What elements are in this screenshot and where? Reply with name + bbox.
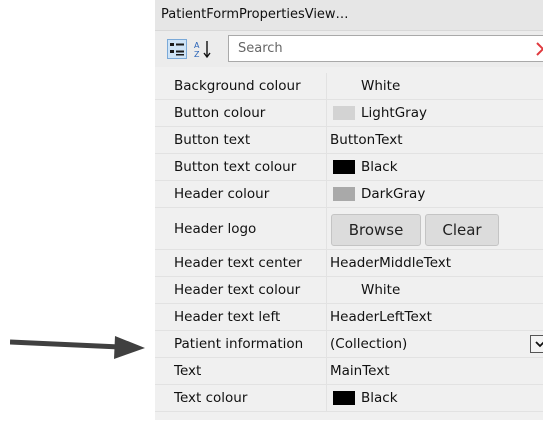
property-name: Header text left — [174, 309, 281, 325]
arrow-right-icon — [10, 336, 145, 359]
property-value[interactable]: MainText — [330, 358, 390, 384]
property-name: Text colour — [174, 390, 248, 406]
svg-text:A: A — [194, 41, 200, 50]
column-divider — [326, 100, 327, 126]
alphabetical-sort-icon[interactable]: A Z — [193, 39, 213, 59]
color-swatch — [333, 391, 355, 405]
column-divider — [326, 154, 327, 180]
column-divider — [326, 304, 327, 330]
property-row-header-logo[interactable]: Header logo Browse Clear — [155, 208, 543, 250]
chevron-down-icon — [535, 341, 543, 348]
property-value[interactable]: White — [361, 277, 400, 303]
column-divider — [326, 331, 327, 357]
property-row-button-colour[interactable]: Button colour LightGray — [155, 100, 543, 127]
property-row-text-colour[interactable]: Text colour Black — [155, 385, 543, 412]
color-swatch — [333, 283, 355, 297]
property-name: Button colour — [174, 105, 266, 121]
color-swatch — [333, 160, 355, 174]
color-swatch — [333, 79, 355, 93]
color-swatch — [333, 106, 355, 120]
window-title: PatientFormPropertiesView… — [161, 7, 349, 22]
column-divider — [326, 181, 327, 207]
property-value[interactable]: HeaderMiddleText — [330, 250, 451, 276]
svg-text:Z: Z — [194, 50, 200, 59]
property-name: Button text — [174, 132, 251, 148]
property-row-background-colour[interactable]: Background colour White — [155, 73, 543, 100]
property-value[interactable]: Black — [361, 385, 398, 411]
column-divider — [326, 208, 327, 249]
property-value[interactable]: LightGray — [361, 100, 427, 126]
property-row-header-text-colour[interactable]: Header text colour White — [155, 277, 543, 304]
property-row-header-text-left[interactable]: Header text left HeaderLeftText — [155, 304, 543, 331]
categorized-sort-icon[interactable] — [167, 39, 187, 59]
property-name: Header logo — [174, 220, 257, 237]
screenshot-stage: PatientFormPropertiesView… A Z Search Ba… — [0, 0, 543, 438]
property-name: Button text colour — [174, 159, 297, 175]
column-divider — [326, 385, 327, 411]
collection-dropdown-button[interactable] — [530, 335, 543, 353]
property-name: Header text center — [174, 255, 302, 271]
property-value[interactable]: White — [361, 73, 400, 99]
column-divider — [326, 127, 327, 153]
property-name: Patient information — [174, 336, 304, 352]
color-swatch — [333, 187, 355, 201]
column-divider — [326, 358, 327, 384]
title-bar: PatientFormPropertiesView… — [155, 0, 543, 31]
browse-button[interactable]: Browse — [331, 214, 421, 246]
property-name: Header colour — [174, 186, 270, 202]
search-input[interactable] — [229, 36, 529, 61]
search-box — [228, 35, 543, 62]
property-row-header-text-center[interactable]: Header text center HeaderMiddleText — [155, 250, 543, 277]
property-row-button-text[interactable]: Button text ButtonText — [155, 127, 543, 154]
property-value[interactable]: Black — [361, 154, 398, 180]
property-grid: Background colour White Button colour Li… — [155, 73, 543, 412]
column-divider — [326, 73, 327, 99]
property-grid-panel: PatientFormPropertiesView… A Z Search Ba… — [155, 0, 543, 420]
clear-button[interactable]: Clear — [425, 214, 499, 246]
property-value[interactable]: (Collection) — [330, 331, 407, 357]
clear-x-icon[interactable] — [535, 41, 543, 57]
property-row-button-text-colour[interactable]: Button text colour Black — [155, 154, 543, 181]
property-value[interactable]: DarkGray — [361, 181, 425, 207]
property-name: Background colour — [174, 78, 301, 94]
property-value[interactable]: HeaderLeftText — [330, 304, 432, 330]
property-value[interactable]: ButtonText — [330, 127, 403, 153]
column-divider — [326, 250, 327, 276]
property-toolbar: A Z — [155, 31, 543, 67]
property-row-header-colour[interactable]: Header colour DarkGray — [155, 181, 543, 208]
property-name: Header text colour — [174, 282, 301, 298]
property-row-text[interactable]: Text MainText — [155, 358, 543, 385]
property-row-patient-information[interactable]: Patient information (Collection) — [155, 331, 543, 358]
property-name: Text — [174, 363, 202, 379]
column-divider — [326, 277, 327, 303]
